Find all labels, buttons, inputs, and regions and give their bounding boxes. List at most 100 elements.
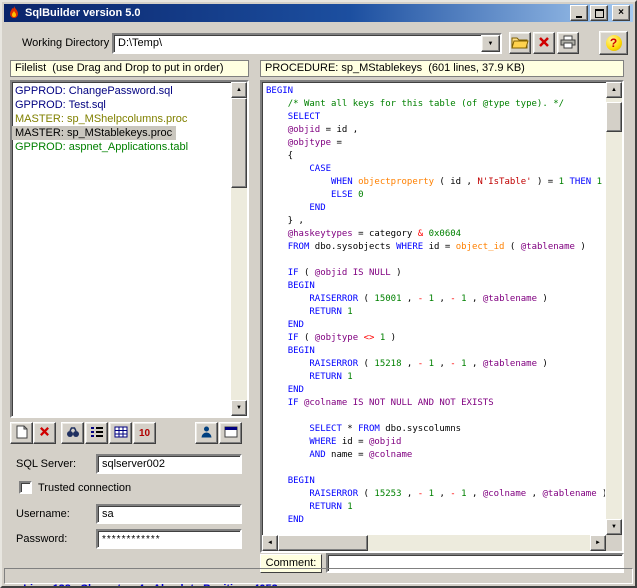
code-line: IF @colname IS NOT NULL AND NOT EXISTS — [266, 397, 605, 410]
window-icon — [224, 426, 238, 441]
print-button[interactable] — [557, 32, 579, 54]
help-question-icon: ? — [606, 35, 622, 51]
scroll-down-button[interactable]: ▼ — [606, 519, 622, 535]
scroll-right-button[interactable]: ► — [590, 535, 606, 551]
code-line: @objtype = — [266, 137, 605, 150]
filelist-box: GPPROD: ChangePassword.sqlGPPROD: Test.s… — [10, 80, 249, 418]
grid-icon — [114, 426, 128, 441]
code-panel: BEGIN /* Want all keys for this table (o… — [260, 80, 624, 553]
open-folder-button[interactable] — [509, 32, 531, 54]
code-line: RETURN 1 — [266, 306, 605, 319]
close-icon: × — [618, 8, 624, 18]
code-line: WHEN objectproperty ( id , N'IsTable' ) … — [266, 176, 605, 189]
find-button[interactable] — [61, 422, 84, 444]
sql-server-label: SQL Server: — [16, 458, 76, 470]
code-line: RETURN 1 — [266, 371, 605, 384]
ten-button[interactable]: 10 — [133, 422, 156, 444]
username-input[interactable] — [96, 504, 242, 524]
list-item[interactable]: GPPROD: Test.sql — [12, 98, 231, 112]
app-window: SqlBuilder version 5.0 × Working Directo… — [0, 0, 637, 588]
arrow-up-icon: ▲ — [236, 87, 242, 93]
arrow-right-icon: ► — [595, 540, 601, 546]
code-vertical-scrollbar[interactable]: ▲ ▼ — [606, 82, 622, 535]
binoculars-icon — [66, 426, 80, 441]
ten-icon: 10 — [139, 428, 150, 439]
scrollbar-thumb[interactable] — [606, 102, 622, 132]
filelist-items: GPPROD: ChangePassword.sqlGPPROD: Test.s… — [12, 84, 231, 416]
red-x-icon — [39, 426, 50, 440]
list-item[interactable]: MASTER: sp_MShelpcolumns.proc — [12, 112, 231, 126]
code-line: /* Want all keys for this table (of @typ… — [266, 98, 605, 111]
code-line: RAISERROR ( 15253 , - 1 , - 1 , @colname… — [266, 488, 605, 501]
chevron-down-icon: ▼ — [488, 41, 494, 47]
remove-file-button[interactable] — [33, 422, 56, 444]
code-area[interactable]: BEGIN /* Want all keys for this table (o… — [263, 83, 605, 534]
code-line: RAISERROR ( 15001 , - 1 , - 1 , @tablena… — [266, 293, 605, 306]
printer-icon — [560, 35, 576, 52]
code-line: BEGIN — [266, 280, 605, 293]
scrollbar-corner — [606, 535, 622, 551]
delete-button[interactable] — [533, 32, 555, 54]
minimize-button[interactable] — [570, 5, 588, 21]
code-line: CASE — [266, 163, 605, 176]
window-title: SqlBuilder version 5.0 — [25, 7, 568, 19]
working-directory-combobox[interactable]: D:\Temp\ ▼ — [112, 33, 502, 54]
maximize-button[interactable] — [590, 5, 608, 21]
code-line: SELECT — [266, 111, 605, 124]
code-line: END — [266, 384, 605, 397]
password-input[interactable] — [96, 529, 242, 549]
combobox-dropdown-button[interactable]: ▼ — [481, 35, 500, 52]
code-line: SELECT * FROM dbo.syscolumns — [266, 423, 605, 436]
trusted-connection-checkbox[interactable] — [19, 481, 32, 494]
code-line: END — [266, 514, 605, 527]
new-file-button[interactable] — [10, 422, 33, 444]
minimize-icon — [576, 16, 582, 18]
code-line: RAISERROR ( 15218 , - 1 , - 1 , @tablena… — [266, 358, 605, 371]
scroll-up-button[interactable]: ▲ — [231, 82, 247, 98]
code-horizontal-scrollbar[interactable]: ◄ ► — [262, 535, 606, 551]
code-line: ELSE 0 — [266, 189, 605, 202]
list-item[interactable]: GPPROD: ChangePassword.sql — [12, 84, 231, 98]
list-view-button[interactable] — [85, 422, 108, 444]
list-icon — [90, 426, 104, 441]
user-connect-button[interactable] — [195, 422, 218, 444]
scrollbar-thumb[interactable] — [278, 535, 368, 551]
scroll-up-button[interactable]: ▲ — [606, 82, 622, 98]
window-tool-button[interactable] — [219, 422, 242, 444]
grid-view-button[interactable] — [109, 422, 132, 444]
code-line: END — [266, 319, 605, 332]
trusted-connection-label: Trusted connection — [38, 482, 131, 494]
user-icon — [200, 425, 213, 441]
status-text: Line: 138, Character: 4, Absolute Positi… — [23, 583, 278, 588]
maximize-icon — [595, 9, 604, 18]
scrollbar-thumb[interactable] — [231, 98, 247, 188]
arrow-left-icon: ◄ — [267, 540, 273, 546]
scroll-left-button[interactable]: ◄ — [262, 535, 278, 551]
working-directory-label: Working Directory — [22, 37, 109, 49]
code-line: @objid = id , — [266, 124, 605, 137]
code-line: IF ( @objid IS NULL ) — [266, 267, 605, 280]
help-button[interactable]: ? — [599, 31, 628, 55]
open-folder-icon — [511, 35, 529, 52]
red-x-icon — [538, 36, 550, 51]
code-line: FROM dbo.sysobjects WHERE id = object_id… — [266, 241, 605, 254]
scroll-down-button[interactable]: ▼ — [231, 400, 247, 416]
arrow-down-icon: ▼ — [236, 405, 242, 411]
code-line: @haskeytypes = category & 0x0604 — [266, 228, 605, 241]
sql-server-input[interactable] — [96, 454, 242, 474]
new-file-icon — [16, 425, 28, 442]
list-item[interactable]: MASTER: sp_MStablekeys.proc — [12, 126, 176, 140]
code-line — [266, 462, 605, 475]
close-button[interactable]: × — [612, 5, 630, 21]
code-line: } , — [266, 215, 605, 228]
code-line: BEGIN — [266, 85, 605, 98]
code-line: IF ( @objtype <> 1 ) — [266, 332, 605, 345]
procedure-header: PROCEDURE: sp_MStablekeys (601 lines, 37… — [260, 60, 624, 77]
filelist-scrollbar[interactable]: ▲ ▼ — [231, 82, 247, 416]
arrow-up-icon: ▲ — [611, 87, 617, 93]
working-directory-value: D:\Temp\ — [118, 36, 162, 51]
username-label: Username: — [16, 508, 70, 520]
app-flame-icon — [7, 5, 21, 22]
filelist-header: Filelist (use Drag and Drop to put in or… — [10, 60, 249, 77]
list-item[interactable]: GPPROD: aspnet_Applications.tabl — [12, 140, 231, 154]
